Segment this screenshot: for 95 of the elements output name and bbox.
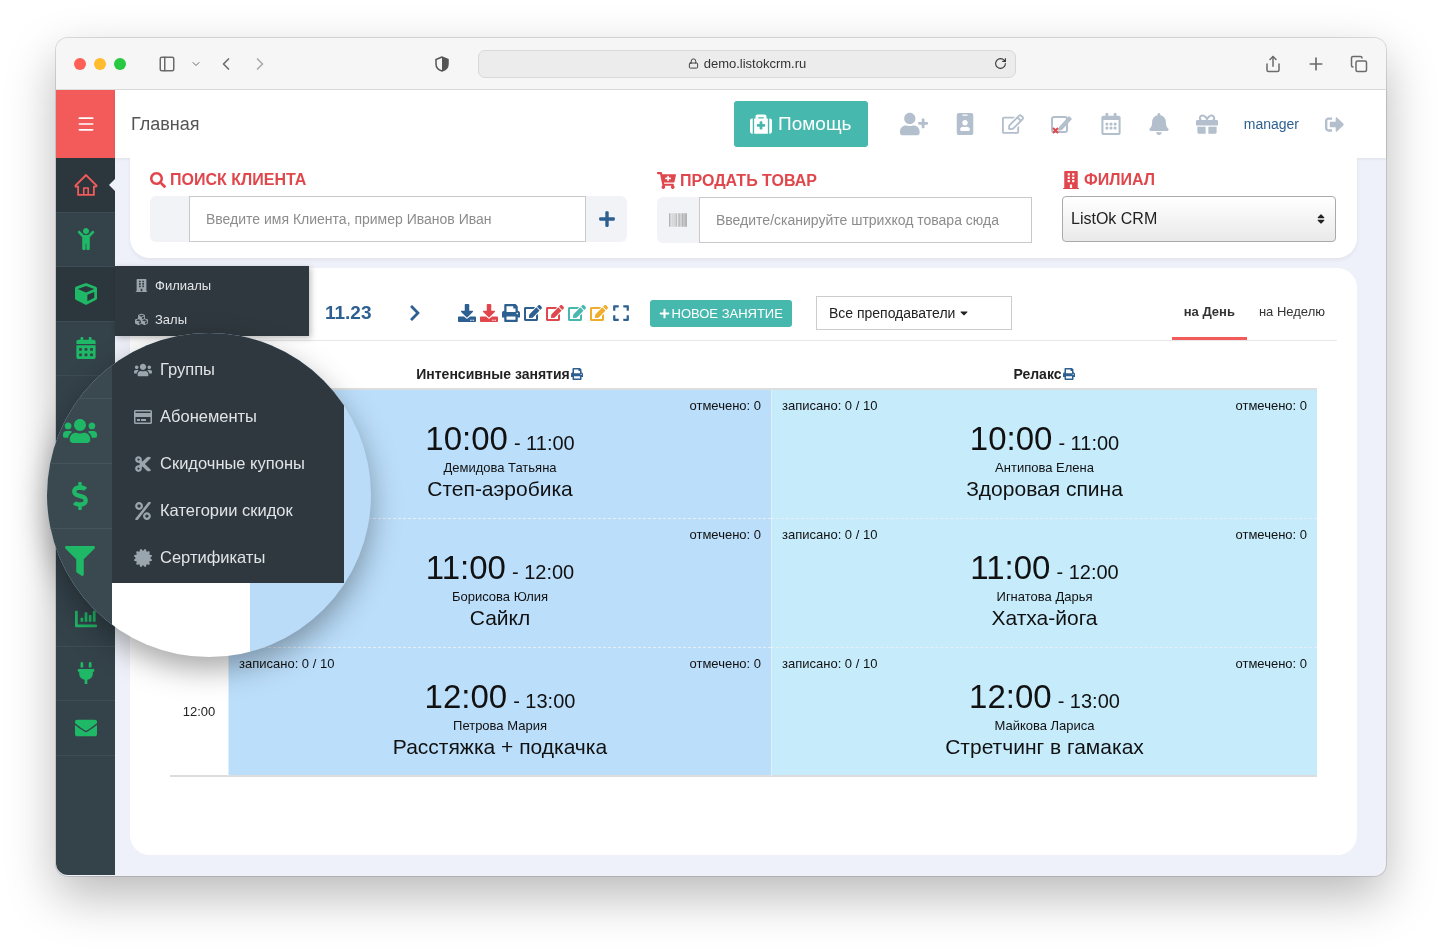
tabs-icon[interactable] <box>1350 54 1368 73</box>
label-text: ФИЛИАЛ <box>1084 171 1155 189</box>
start-time: 11:00 <box>425 549 506 587</box>
lesson-cell[interactable]: записано: 0 / 10 отмечено: 0 12:00 - 13:00 Петрова Мария Расстяжка + подкачка <box>228 648 771 777</box>
scissors-icon <box>134 454 152 473</box>
cubes-icon <box>135 312 148 326</box>
sort-icon <box>1315 213 1327 225</box>
lesson-title: Хатха-йога <box>991 606 1098 630</box>
building-icon <box>1062 171 1080 189</box>
percent-icon <box>134 501 152 520</box>
trainer-name: Игнатова Дарья <box>996 589 1093 604</box>
marked-count: отмечено: 0 <box>1235 656 1307 672</box>
lesson-title: Расстяжка + подкачка <box>392 735 608 759</box>
cube-icon <box>74 282 97 305</box>
trainer-name: Демидова Татьяна <box>443 460 557 475</box>
page-title: Главная <box>131 113 200 135</box>
end-time: - 11:00 <box>1058 432 1120 455</box>
pointer-icon <box>109 179 115 191</box>
marked-count: отмечено: 0 <box>689 656 761 672</box>
medkit-icon <box>750 113 773 135</box>
start-time: 10:00 <box>425 420 508 458</box>
enrolled-count: записано: 0 / 10 <box>782 527 878 543</box>
edit-icon[interactable] <box>523 304 542 322</box>
lesson-title: Степ-аэробика <box>427 477 573 501</box>
home-icon <box>72 171 99 198</box>
print-icon[interactable] <box>501 304 520 322</box>
maximize-button[interactable] <box>114 57 126 70</box>
start-time: 11:00 <box>970 549 1051 587</box>
start-time: 12:00 <box>424 678 508 716</box>
menu-item[interactable]: Залы <box>115 302 309 336</box>
download-icon[interactable] <box>457 304 476 322</box>
end-time: - 13:00 <box>1057 690 1120 713</box>
shield-icon <box>434 55 450 72</box>
start-time: 10:00 <box>969 420 1053 458</box>
trainer-name: Антипова Елена <box>995 460 1094 475</box>
marked-count: отмечено: 0 <box>1235 527 1307 543</box>
download-icon[interactable] <box>479 304 498 322</box>
plus-icon <box>658 307 670 319</box>
label-text: ПРОДАТЬ ТОВАР <box>680 171 817 190</box>
lesson-title: Здоровая спина <box>966 477 1123 501</box>
lesson-cell[interactable]: записано: 0 / 10 отмечено: 0 12:00 - 13:00 Майкова Лариса Стретчинг в гамаках <box>771 648 1317 777</box>
building-icon <box>135 278 148 292</box>
menu-item[interactable]: Филиалы <box>115 268 309 302</box>
date-text: 11.23 <box>325 302 372 324</box>
menu-item[interactable]: Группы <box>112 346 344 393</box>
trainer-name: Борисова Юлия <box>451 589 549 604</box>
lock-icon <box>687 58 699 69</box>
end-time: - 13:00 <box>513 690 576 713</box>
menu-button[interactable] <box>56 90 115 158</box>
barcode-field[interactable]: Введите/сканируйте штрихкод товара сюда <box>699 197 1032 243</box>
expand-icon[interactable] <box>611 304 630 322</box>
print-icon[interactable] <box>1062 367 1075 380</box>
card-icon <box>134 407 152 426</box>
end-time: - 12:00 <box>1056 561 1119 584</box>
edit-icon[interactable] <box>545 304 564 322</box>
label-text: ПОИСК КЛИЕНТА <box>170 171 307 189</box>
marked-count: отмечено: 0 <box>1235 398 1307 414</box>
reload-icon[interactable] <box>994 56 1007 70</box>
address-bar[interactable]: demo.listokcrm.ru <box>478 49 1016 78</box>
enrolled-count: записано: 0 / 10 <box>782 398 878 414</box>
trainer-name: Петрова Мария <box>453 718 547 733</box>
enrolled-count: записано: 0 / 10 <box>239 656 335 672</box>
enrolled-count: записано: 0 / 10 <box>782 656 878 672</box>
edit-cross-icon[interactable] <box>1049 113 1074 135</box>
time-label: 12:00 <box>182 704 216 719</box>
cart-icon <box>657 171 676 190</box>
calendar-icon <box>74 337 97 360</box>
user-link[interactable]: manager <box>1243 116 1299 132</box>
lesson-title: Сайкл <box>469 606 531 630</box>
marked-count: отмечено: 0 <box>689 527 761 543</box>
column-header: Релакс <box>1013 365 1062 382</box>
view-tab[interactable]: на День <box>1171 286 1247 340</box>
end-time: - 12:00 <box>511 561 575 584</box>
plus-icon <box>597 210 616 228</box>
teacher-dropdown[interactable]: Все преподаватели <box>815 296 1012 330</box>
view-tab[interactable]: на Неделю <box>1246 286 1337 340</box>
filter-icon <box>64 546 95 576</box>
client-search-field[interactable]: Введите имя Клиента, пример Иванов Иван <box>189 196 586 242</box>
lesson-cell[interactable]: записано: 0 / 10 отмечено: 0 10:00 - 11:00 Антипова Елена Здоровая спина <box>771 390 1317 519</box>
marked-count: отмечено: 0 <box>689 398 761 414</box>
print-icon[interactable] <box>570 367 583 380</box>
end-time: - 11:00 <box>513 432 575 455</box>
url-text: demo.listokcrm.ru <box>703 56 807 71</box>
branch-select[interactable]: ListOk CRM <box>1062 196 1336 242</box>
column-header: Интенсивные занятия <box>416 365 570 382</box>
lesson-title: Стретчинг в гамаках <box>945 735 1144 759</box>
sidebar-toggle-icon[interactable] <box>158 54 176 73</box>
close-button[interactable] <box>74 57 86 70</box>
badge-icon <box>134 548 152 567</box>
search-icon <box>150 172 166 188</box>
start-time: 12:00 <box>969 678 1052 716</box>
lesson-cell[interactable]: записано: 0 / 10 отмечено: 0 11:00 - 12:00 Игнатова Дарья Хатха-йога <box>771 519 1317 648</box>
barcode-icon <box>669 211 687 229</box>
share-icon[interactable] <box>1264 54 1282 73</box>
trainer-name: Майкова Лариса <box>994 718 1095 733</box>
